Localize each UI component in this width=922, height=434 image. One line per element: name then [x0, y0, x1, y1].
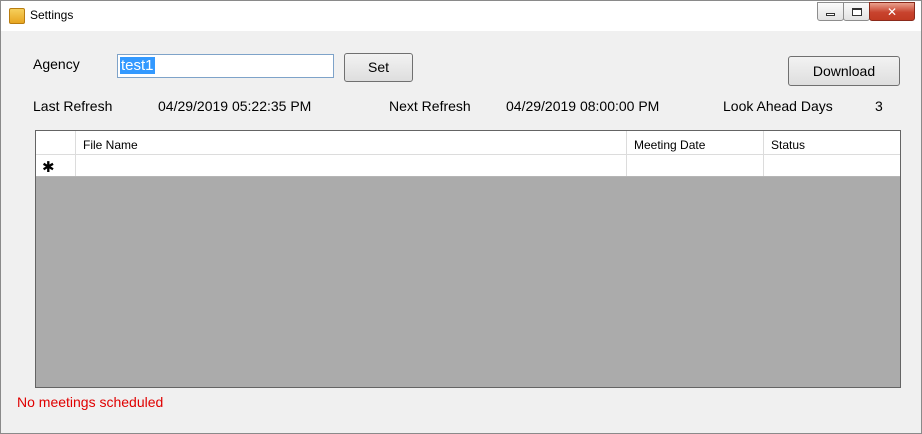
agency-label: Agency [33, 56, 80, 72]
look-ahead-label: Look Ahead Days [723, 98, 833, 114]
download-button[interactable]: Download [788, 56, 900, 86]
table-row-new[interactable]: ✱ [36, 155, 900, 177]
agency-input[interactable]: test1 [117, 54, 334, 78]
last-refresh-value: 04/29/2019 05:22:35 PM [158, 98, 312, 114]
minimize-icon [826, 13, 835, 16]
minimize-button[interactable] [817, 2, 844, 21]
cell-status[interactable] [764, 155, 900, 176]
look-ahead-value: 3 [875, 98, 883, 114]
agency-input-value: test1 [120, 57, 155, 74]
next-refresh-value: 04/29/2019 08:00:00 PM [506, 98, 660, 114]
grid-header: File Name Meeting Date Status [36, 131, 900, 155]
row-header-new[interactable]: ✱ [36, 155, 76, 176]
client-area: Agency test1 Set Download Last Refresh 0… [8, 31, 914, 428]
close-icon: ✕ [886, 4, 898, 19]
maximize-icon [851, 7, 862, 16]
maximize-button[interactable] [843, 2, 870, 21]
row-header-corner[interactable] [36, 131, 76, 154]
status-message: No meetings scheduled [17, 394, 164, 410]
caption-buttons: ✕ [817, 2, 915, 22]
column-header-status[interactable]: Status [764, 131, 900, 154]
title-bar[interactable]: Settings ✕ [1, 1, 921, 31]
cell-meeting-date[interactable] [627, 155, 764, 176]
new-row-icon: ✱ [42, 158, 55, 176]
settings-window: Settings ✕ Agency test1 Set Download Las… [0, 0, 922, 434]
column-header-file-name[interactable]: File Name [76, 131, 627, 154]
app-icon[interactable] [9, 8, 25, 24]
window-title: Settings [30, 8, 74, 22]
last-refresh-label: Last Refresh [33, 98, 113, 114]
set-button[interactable]: Set [344, 53, 413, 82]
meetings-grid[interactable]: File Name Meeting Date Status ✱ [35, 130, 901, 388]
next-refresh-label: Next Refresh [389, 98, 471, 114]
close-button[interactable]: ✕ [869, 2, 915, 21]
column-header-meeting-date[interactable]: Meeting Date [627, 131, 764, 154]
cell-file-name[interactable] [76, 155, 627, 176]
